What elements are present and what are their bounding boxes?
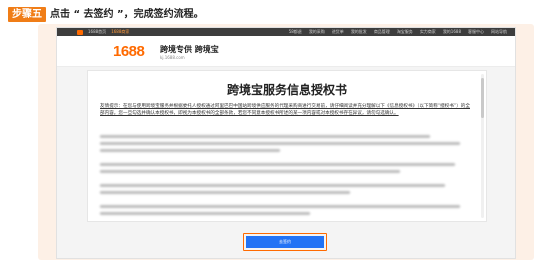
topbar-item[interactable]: 1688商家	[111, 28, 129, 36]
blurred-text-line	[100, 142, 460, 145]
topbar-item[interactable]: 实力商家	[420, 28, 436, 36]
sign-contract-button[interactable]: 去签约	[246, 236, 324, 248]
topbar-item[interactable]: 我的批发	[351, 28, 367, 36]
step-badge: 步骤五	[8, 7, 46, 22]
site-logo[interactable]: 1688	[113, 43, 145, 60]
brand-url: kj.1688.com	[160, 55, 185, 60]
topbar-item[interactable]: 58都退	[289, 28, 302, 36]
topbar-item[interactable]: 进货单	[332, 28, 344, 36]
document-scrollbar[interactable]	[481, 74, 484, 218]
brand-title: 跨境专供 跨境宝	[160, 45, 219, 54]
blurred-text-line	[100, 205, 460, 208]
topbar-item[interactable]: 客服中心	[468, 28, 484, 36]
browser-window: 1688首页 1688商家 58都退 我的采购 进货单 我的批发 商品管理 淘宝…	[56, 27, 516, 259]
blurred-text-line	[100, 191, 350, 194]
topbar-left: 1688首页 1688商家	[77, 28, 129, 36]
sign-button-highlight: 去签约	[243, 233, 327, 251]
document-title: 跨境宝服务信息授权书	[226, 83, 347, 97]
authorization-document: 跨境宝服务信息授权书 友情提示：在您与使用跨境宝服务并根据委托人授权通过阿里巴巴…	[87, 70, 487, 222]
topbar-item[interactable]: 商品管理	[374, 28, 390, 36]
document-notice: 友情提示：在您与使用跨境宝服务并根据委托人授权通过阿里巴巴中国站跨境供应服务的代…	[100, 104, 470, 116]
site-topbar: 1688首页 1688商家 58都退 我的采购 进货单 我的批发 商品管理 淘宝…	[57, 28, 515, 36]
topbar-item[interactable]: 淘宝服务	[397, 28, 413, 36]
topbar-item[interactable]: 我的采购	[309, 28, 325, 36]
blurred-text-line	[100, 184, 445, 187]
scrollbar-thumb[interactable]	[481, 78, 484, 118]
topbar-item[interactable]: 我的1688	[443, 28, 461, 36]
blurred-text-line	[100, 170, 400, 173]
blurred-text-line	[100, 163, 455, 166]
topbar-logo-icon	[77, 29, 83, 35]
blurred-text-line	[100, 135, 430, 138]
blurred-text-line	[100, 212, 310, 215]
topbar-item[interactable]: 网站导航	[491, 28, 507, 36]
site-header: 1688 跨境专供 跨境宝 kj.1688.com	[57, 36, 515, 67]
screenshot-frame: 1688首页 1688商家 58都退 我的采购 进货单 我的批发 商品管理 淘宝…	[38, 24, 534, 260]
step-instruction: 点击 “ 去签约 ”，完成签约流程。	[50, 9, 204, 20]
blurred-text-line	[100, 149, 280, 152]
topbar-item[interactable]: 1688首页	[88, 28, 106, 36]
topbar-right: 58都退 我的采购 进货单 我的批发 商品管理 淘宝服务 实力商家 我的1688…	[289, 28, 507, 36]
